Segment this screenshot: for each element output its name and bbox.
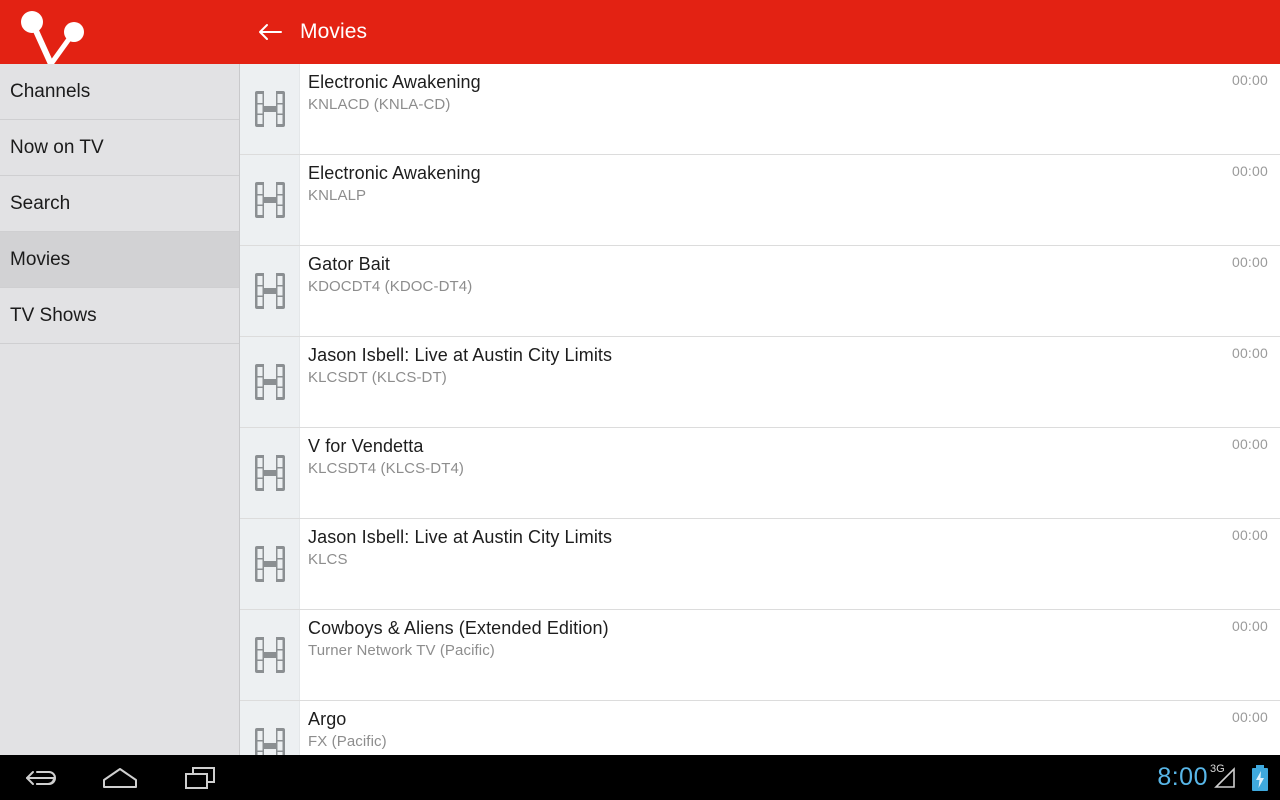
status-clock: 8:00 [1157, 763, 1208, 791]
movie-channel: KDOCDT4 (KDOC-DT4) [308, 278, 473, 295]
sidebar-item-now-on-tv[interactable]: Now on TV [0, 120, 239, 176]
movie-list-rows: Electronic Awakening KNLACD (KNLA-CD) 00:0… [240, 64, 1280, 755]
movie-row-body: Argo FX (Pacific) [308, 701, 1280, 755]
movie-row-body: V for Vendetta KLCSDT4 (KLCS-DT4) [308, 428, 1280, 518]
sidebar-item-search[interactable]: Search [0, 176, 239, 232]
sidebar-item-tv-shows[interactable]: TV Shows [0, 288, 239, 344]
movie-title: Electronic Awakening [308, 163, 481, 183]
movie-channel: KNLALP [308, 187, 367, 204]
movie-row[interactable]: Electronic Awakening KNLALP 00:00 [240, 155, 1280, 246]
movie-time: 00:00 [1231, 618, 1268, 634]
movie-row-body: Electronic Awakening KNLALP [308, 155, 1280, 245]
film-strip-icon [254, 546, 285, 582]
status-battery [1250, 755, 1270, 800]
film-strip-icon [254, 364, 285, 400]
sidebar-item-movies[interactable]: Movies [0, 232, 239, 288]
android-back-icon [26, 770, 56, 785]
movie-channel: KLCSDT4 (KLCS-DT4) [308, 460, 464, 477]
movie-row[interactable]: Cowboys & Aliens (Extended Edition) Turne… [240, 610, 1280, 701]
movie-time: 00:00 [1231, 436, 1268, 452]
movie-channel: FX (Pacific) [308, 733, 387, 750]
movie-row-body: Jason Isbell: Live at Austin City Limits… [308, 519, 1280, 609]
sidebar-empty-area [0, 344, 239, 800]
film-strip-icon [254, 182, 285, 218]
system-home-button[interactable] [80, 755, 160, 800]
movie-title: Jason Isbell: Live at Austin City Limits [308, 527, 613, 547]
movie-title: Cowboys & Aliens (Extended Edition) [308, 618, 609, 638]
movie-channel: Turner Network TV (Pacific) [308, 642, 495, 659]
movie-title: V for Vendetta [308, 436, 424, 456]
movie-time: 00:00 [1231, 527, 1268, 543]
system-recents-button[interactable] [160, 755, 240, 800]
movie-row[interactable]: Jason Isbell: Live at Austin City Limits… [240, 337, 1280, 428]
app-bar: Movies [0, 0, 1280, 64]
movie-row[interactable]: Gator Bait KDOCDT4 (KDOC-DT4) 00:00 [240, 246, 1280, 337]
movie-channel: KLCSDT (KLCS-DT) [308, 369, 447, 386]
movie-row[interactable]: Electronic Awakening KNLACD (KNLA-CD) 00:0… [240, 64, 1280, 155]
movie-row[interactable]: Argo FX (Pacific) 00:00 [240, 701, 1280, 755]
movie-row[interactable]: Jason Isbell: Live at Austin City Limits… [240, 519, 1280, 610]
movie-thumbnail [240, 64, 300, 154]
movie-channel: KLCS [308, 551, 348, 568]
system-navigation-bar: 8:00 3G [0, 755, 1280, 800]
movie-title: Electronic Awakening [308, 72, 481, 92]
back-button[interactable] [254, 16, 286, 48]
app-root: Movies Channels Now on TV Search Movies TV S… [0, 0, 1280, 800]
movie-time: 00:00 [1231, 72, 1268, 88]
movie-thumbnail [240, 428, 300, 518]
movie-title: Jason Isbell: Live at Austin City Limits [308, 345, 613, 365]
movie-title: Argo [308, 709, 347, 729]
movie-list[interactable]: Electronic Awakening KNLACD (KNLA-CD) 00:0… [240, 64, 1280, 755]
movie-row-body: Cowboys & Aliens (Extended Edition) Turne… [308, 610, 1280, 700]
sidebar-item-label: Movies [10, 248, 71, 270]
android-home-icon [103, 767, 137, 788]
page-title: Movies [300, 20, 368, 43]
film-strip-icon [254, 728, 285, 755]
movie-row[interactable]: V for Vendetta KLCSDT4 (KLCS-DT4) 00:00 [240, 428, 1280, 519]
sidebar-item-label: Search [10, 192, 71, 214]
network-type-label: 3G [1210, 763, 1225, 775]
movie-thumbnail [240, 519, 300, 609]
movie-time: 00:00 [1231, 163, 1268, 179]
movie-channel: KNLACD (KNLA-CD) [308, 96, 451, 113]
film-strip-icon [254, 637, 285, 673]
android-recents-icon [185, 766, 215, 789]
movie-thumbnail [240, 610, 300, 700]
sidebar-item-label: Now on TV [10, 136, 104, 158]
movie-thumbnail [240, 337, 300, 427]
movie-thumbnail [240, 701, 300, 755]
sidebar-item-label: Channels [10, 80, 91, 102]
status-signal: 3G [1210, 755, 1238, 800]
movie-time: 00:00 [1231, 709, 1268, 725]
sidebar-item-label: TV Shows [10, 304, 97, 326]
movie-thumbnail [240, 155, 300, 245]
battery-charging-icon [1252, 764, 1268, 791]
movie-row-body: Jason Isbell: Live at Austin City Limits… [308, 337, 1280, 427]
system-back-button[interactable] [0, 755, 80, 800]
movie-time: 00:00 [1231, 254, 1268, 270]
sidebar-nav-list: Channels Now on TV Search Movies TV Shows [0, 64, 239, 344]
movie-time: 00:00 [1231, 345, 1268, 361]
movie-row-body: Electronic Awakening KNLACD (KNLA-CD) [308, 64, 1280, 154]
film-strip-icon [254, 455, 285, 491]
movie-row-body: Gator Bait KDOCDT4 (KDOC-DT4) [308, 246, 1280, 336]
brand-logo [0, 0, 240, 64]
movie-title: Gator Bait [308, 254, 391, 274]
film-strip-icon [254, 273, 285, 309]
film-strip-icon [254, 91, 285, 127]
sidebar-item-channels[interactable]: Channels [0, 64, 239, 120]
tvheadend-v-logo-icon [21, 11, 84, 64]
sidebar: Channels Now on TV Search Movies TV Shows [0, 64, 240, 800]
arrow-left-icon [259, 24, 282, 40]
movie-thumbnail [240, 246, 300, 336]
